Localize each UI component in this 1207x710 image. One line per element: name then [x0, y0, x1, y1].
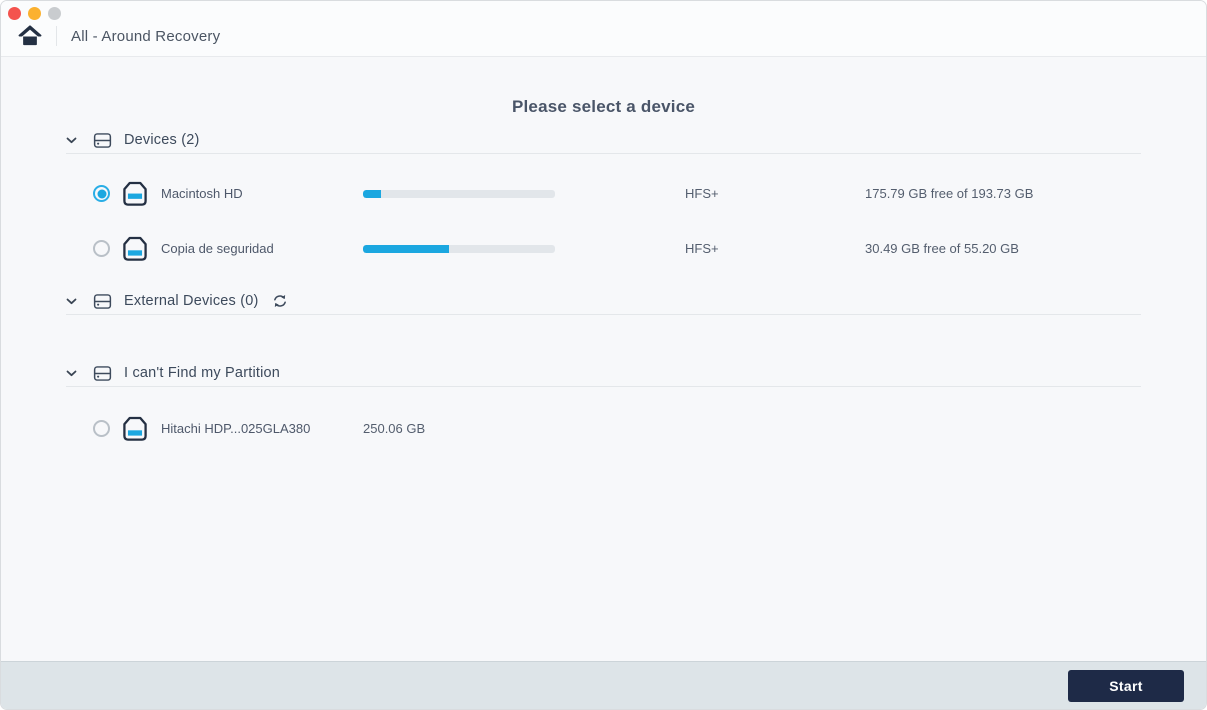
device-row-copia-de-seguridad[interactable]: Copia de seguridad HFS+ 30.49 GB free of… [66, 221, 1141, 276]
device-name: Copia de seguridad [161, 241, 274, 256]
device-list: Macintosh HD HFS+ 175.79 GB free of 193.… [66, 154, 1141, 276]
traffic-lights [8, 7, 61, 20]
drive-outline-icon [92, 291, 113, 312]
hard-drive-icon [120, 414, 150, 444]
usage-track [363, 244, 555, 253]
section-external-devices: External Devices (0) [66, 288, 1141, 314]
main-content: Please select a device Devices (2) Macin… [1, 57, 1206, 661]
filesystem-label: HFS+ [685, 241, 719, 256]
minimize-window-button[interactable] [28, 7, 41, 20]
home-button[interactable] [16, 23, 44, 49]
usage-bar [363, 189, 685, 198]
section-external-label: External Devices (0) [124, 293, 259, 309]
usage-fill [363, 189, 381, 198]
drive-outline-icon [92, 363, 113, 384]
partition-size-label: 250.06 GB [363, 421, 426, 436]
radio-macintosh-hd[interactable] [93, 185, 110, 202]
section-divider [66, 314, 1141, 315]
collapse-devices-chevron-icon[interactable] [66, 137, 78, 144]
footer: Start [1, 661, 1206, 709]
filesystem-label: HFS+ [685, 186, 719, 201]
titlebar-divider [56, 26, 57, 46]
device-name: Hitachi HDP...025GLA380 [161, 421, 311, 436]
collapse-external-chevron-icon[interactable] [66, 298, 78, 305]
free-space-label: 30.49 GB free of 55.20 GB [865, 241, 1019, 256]
drive-outline-icon [92, 130, 113, 151]
collapse-partition-chevron-icon[interactable] [66, 370, 78, 377]
close-window-button[interactable] [8, 7, 21, 20]
zoom-window-button[interactable] [48, 7, 61, 20]
radio-copia-de-seguridad[interactable] [93, 240, 110, 257]
usage-track [363, 189, 555, 198]
section-devices: Devices (2) [66, 127, 1141, 153]
usage-fill [363, 244, 450, 253]
device-row-hitachi[interactable]: Hitachi HDP...025GLA380 250.06 GB [66, 401, 1141, 456]
page-title: Please select a device [511, 97, 696, 116]
usage-bar [363, 244, 685, 253]
radio-hitachi[interactable] [93, 420, 110, 437]
start-button[interactable]: Start [1068, 669, 1184, 702]
partition-list: Hitachi HDP...025GLA380 250.06 GB [66, 387, 1141, 456]
titlebar: All - Around Recovery [1, 1, 1206, 57]
hard-drive-icon [120, 234, 150, 264]
home-icon [18, 25, 42, 47]
section-devices-label: Devices (2) [124, 132, 200, 148]
hard-drive-icon [120, 179, 150, 209]
refresh-external-devices-button[interactable] [272, 293, 288, 309]
refresh-icon [273, 294, 286, 308]
free-space-label: 175.79 GB free of 193.73 GB [865, 186, 1034, 201]
device-row-macintosh-hd[interactable]: Macintosh HD HFS+ 175.79 GB free of 193.… [66, 166, 1141, 221]
app-window: All - Around Recovery Please select a de… [0, 0, 1207, 710]
device-name: Macintosh HD [161, 186, 243, 201]
window-title: All - Around Recovery [71, 27, 221, 45]
section-partition: I can't Find my Partition [66, 360, 1141, 386]
section-partition-label: I can't Find my Partition [124, 365, 281, 381]
